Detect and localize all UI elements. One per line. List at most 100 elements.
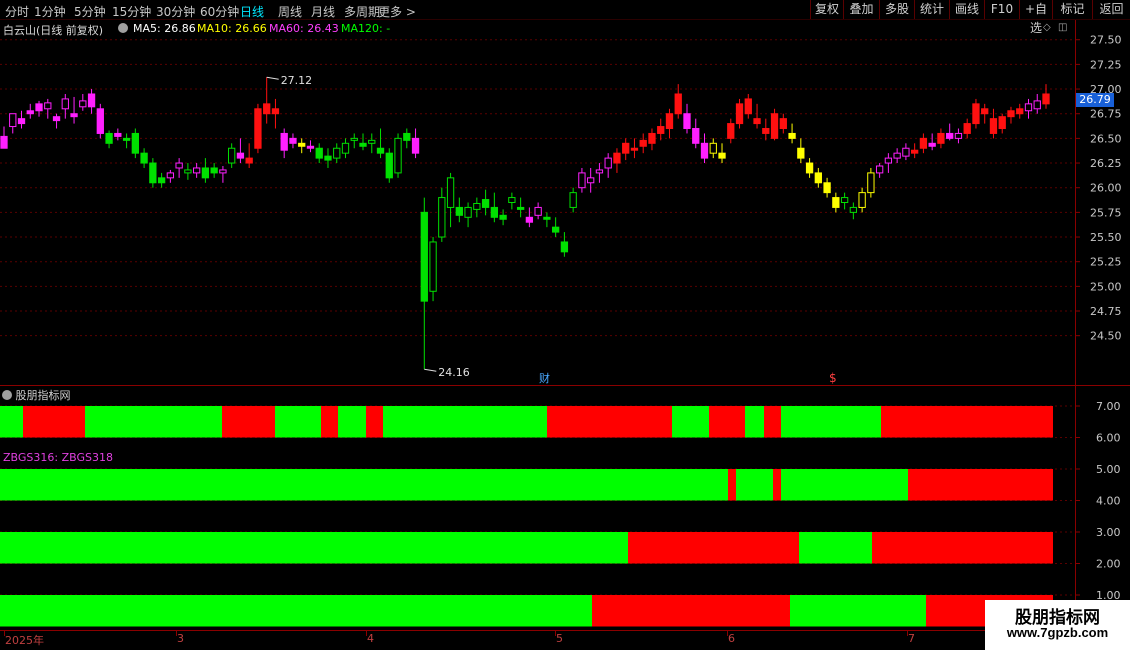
- timeframe-10[interactable]: 更多 >: [378, 3, 416, 20]
- candle-body: [105, 132, 113, 144]
- candle-body: [692, 128, 700, 144]
- timeframe-8[interactable]: 月线: [311, 3, 335, 20]
- toolbar-button-6[interactable]: +自选: [1019, 0, 1052, 35]
- candle-body: [718, 152, 726, 159]
- candle-body: [919, 137, 928, 149]
- candle-body: [875, 165, 884, 174]
- watermark: 股朋指标网 www.7gpzb.com: [985, 600, 1130, 650]
- candle-body: [893, 152, 901, 159]
- timeframe-6[interactable]: 日线: [240, 3, 264, 20]
- candle-body: [350, 137, 358, 141]
- candle-body: [744, 98, 752, 115]
- timeframe-4[interactable]: 30分钟: [156, 3, 195, 20]
- candle-body: [87, 93, 96, 108]
- candle-body: [499, 214, 507, 220]
- low-pointer: [424, 368, 437, 372]
- candle-body: [35, 103, 43, 112]
- current-price-tag: 26.79: [1076, 93, 1114, 107]
- candle-body: [1007, 110, 1015, 118]
- candle-body: [683, 113, 691, 130]
- candle-body: [298, 142, 306, 147]
- candle-body: [79, 100, 87, 108]
- candle-body: [114, 132, 122, 137]
- toolbar-button-5[interactable]: F10: [984, 0, 1019, 19]
- price-tick-label: 26.00: [1090, 182, 1122, 195]
- toolbar-button-8[interactable]: 返回: [1092, 0, 1130, 19]
- candle-body: [972, 103, 980, 125]
- toolbar-button-0[interactable]: 复权: [810, 0, 843, 19]
- candle-body: [324, 155, 332, 161]
- candle-body: [963, 123, 971, 134]
- candle-body: [26, 110, 34, 115]
- candle-body: [884, 157, 893, 164]
- candle-body: [210, 167, 218, 174]
- indicator-bar-segment: [764, 406, 781, 438]
- candle-body: [902, 147, 910, 157]
- candle-body: [551, 226, 560, 233]
- candle-body: [131, 132, 139, 154]
- candle-body: [753, 118, 761, 125]
- toolbar-button-3[interactable]: 统计: [914, 0, 949, 19]
- timeframe-9[interactable]: 多周期: [344, 3, 380, 20]
- candle-body: [394, 137, 402, 174]
- timeframe-7[interactable]: 周线: [278, 3, 302, 20]
- timeframe-1[interactable]: 1分钟: [34, 3, 66, 20]
- candle-body: [192, 167, 201, 174]
- candle-body: [315, 147, 323, 159]
- toolbar-button-2[interactable]: 多股: [879, 0, 914, 19]
- indicator-tick-label: 2.00: [1096, 558, 1121, 571]
- candle-body: [578, 172, 586, 189]
- price-tick-label: 25.50: [1090, 231, 1122, 244]
- candle-body: [464, 206, 472, 218]
- candlestick-chart[interactable]: 27.5027.2527.0026.7526.5026.2526.0025.75…: [0, 20, 1130, 385]
- toolbar-button-4[interactable]: 画线: [949, 0, 984, 19]
- candle-body: [201, 167, 210, 179]
- indicator-bar-segment: [672, 406, 709, 438]
- indicator-bar-segment: [628, 532, 799, 564]
- candle-body: [306, 145, 315, 149]
- timeframe-5[interactable]: 60分钟: [200, 3, 239, 20]
- candle-body: [849, 206, 858, 213]
- candle-body: [9, 113, 17, 128]
- candle-body: [289, 137, 297, 144]
- candle-body: [438, 197, 446, 238]
- candle-body: [70, 113, 78, 118]
- indicator-bar-segment: [0, 595, 592, 627]
- toolbar-button-1[interactable]: 叠加: [843, 0, 879, 19]
- candle-body: [762, 128, 770, 134]
- candle-body: [735, 103, 744, 125]
- timeframe-3[interactable]: 15分钟: [112, 3, 151, 20]
- timeframe-0[interactable]: 分时: [5, 3, 29, 20]
- indicator-bar-segment: [0, 406, 23, 438]
- price-tick-label: 26.50: [1090, 132, 1122, 145]
- indicator-bar-segment: [881, 406, 1053, 438]
- candle-body: [989, 118, 998, 134]
- candle-body: [508, 197, 516, 203]
- indicator-chart[interactable]: 7.006.005.004.003.002.001.00: [0, 386, 1130, 630]
- watermark-url: www.7gpzb.com: [1006, 625, 1109, 640]
- candle-body: [639, 139, 647, 147]
- candle-body: [219, 169, 227, 174]
- candle-body: [622, 142, 630, 154]
- candle-body: [569, 192, 577, 208]
- candle-body: [140, 152, 148, 164]
- indicator-bar-segment: [0, 469, 728, 501]
- candle-body: [823, 182, 831, 194]
- candle-body: [473, 202, 481, 210]
- timeframe-2[interactable]: 5分钟: [74, 3, 106, 20]
- toolbar-button-7[interactable]: 标记: [1052, 0, 1092, 19]
- indicator-tick-label: 3.00: [1096, 526, 1121, 539]
- candle-body: [411, 137, 420, 154]
- candle-body: [175, 162, 183, 169]
- date-label: 4: [367, 632, 374, 645]
- formula-label: ZBGS316: ZBGS318: [3, 451, 113, 464]
- candle-body: [403, 132, 411, 141]
- candle-body: [455, 206, 463, 216]
- date-label: 6: [728, 632, 735, 645]
- indicator-bar-segment: [709, 406, 745, 438]
- candle-body: [376, 147, 385, 154]
- indicator-bar-segment: [366, 406, 383, 438]
- price-tick-label: 25.75: [1090, 206, 1122, 219]
- candle-body: [534, 206, 542, 216]
- candle-body: [184, 169, 192, 174]
